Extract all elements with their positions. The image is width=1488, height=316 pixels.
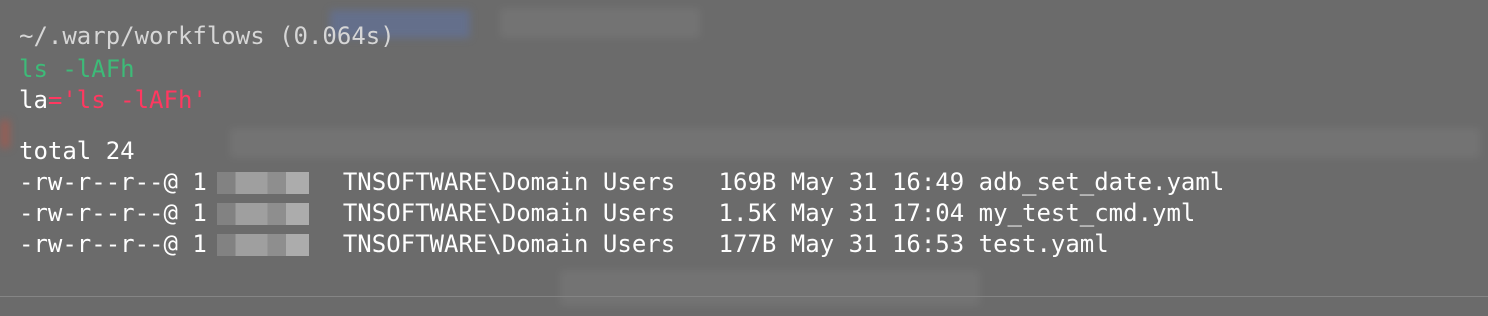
alias-equals: = xyxy=(47,86,63,114)
terminal-window: ~/.warp/workflows (0.064s) ls -lAFh la='… xyxy=(0,0,1488,316)
alias-name: la xyxy=(19,86,48,114)
listing-row: -rw-r--r--@ 1 TNSOFTWARE\Domain Users 177… xyxy=(0,229,1488,260)
alias-value: 'ls -lAFh' xyxy=(62,86,207,114)
command-name: ls xyxy=(19,55,48,83)
file-name: my_test_cmd.yml xyxy=(978,199,1196,227)
file-name: adb_set_date.yaml xyxy=(978,168,1225,196)
redacted-owner xyxy=(216,234,309,256)
file-size: 177B xyxy=(718,230,777,258)
command-args: -lAFh xyxy=(47,55,135,83)
file-permissions: -rw-r--r--@ 1 xyxy=(19,199,207,227)
file-permissions: -rw-r--r--@ 1 xyxy=(19,168,207,196)
listing-row: -rw-r--r--@ 1 TNSOFTWARE\Domain Users 1.5… xyxy=(0,198,1488,229)
file-size: 169B xyxy=(718,168,777,196)
command-line[interactable]: ls -lAFh xyxy=(0,54,1488,85)
file-group: TNSOFTWARE\Domain Users xyxy=(342,168,676,196)
alias-output-line: la='ls -lAFh' xyxy=(0,85,1488,116)
listing-total: total 24 xyxy=(19,137,135,165)
file-name: test.yaml xyxy=(978,230,1109,258)
file-permissions: -rw-r--r--@ 1 xyxy=(19,230,207,258)
file-group: TNSOFTWARE\Domain Users xyxy=(342,199,676,227)
file-group: TNSOFTWARE\Domain Users xyxy=(342,230,676,258)
file-date: May 31 16:53 xyxy=(790,230,965,258)
file-size: 1.5K xyxy=(718,199,777,227)
prompt-path: ~/.warp/workflows (0.064s) xyxy=(19,22,395,50)
block-divider xyxy=(0,296,1488,297)
file-date: May 31 16:49 xyxy=(790,168,965,196)
file-date: May 31 17:04 xyxy=(790,199,965,227)
listing-row: -rw-r--r--@ 1 TNSOFTWARE\Domain Users 169… xyxy=(0,167,1488,198)
terminal-block: ~/.warp/workflows (0.064s) ls -lAFh la='… xyxy=(0,18,1488,260)
blurred-background-element xyxy=(560,270,980,306)
redacted-owner xyxy=(216,203,309,225)
redacted-owner xyxy=(216,172,309,194)
